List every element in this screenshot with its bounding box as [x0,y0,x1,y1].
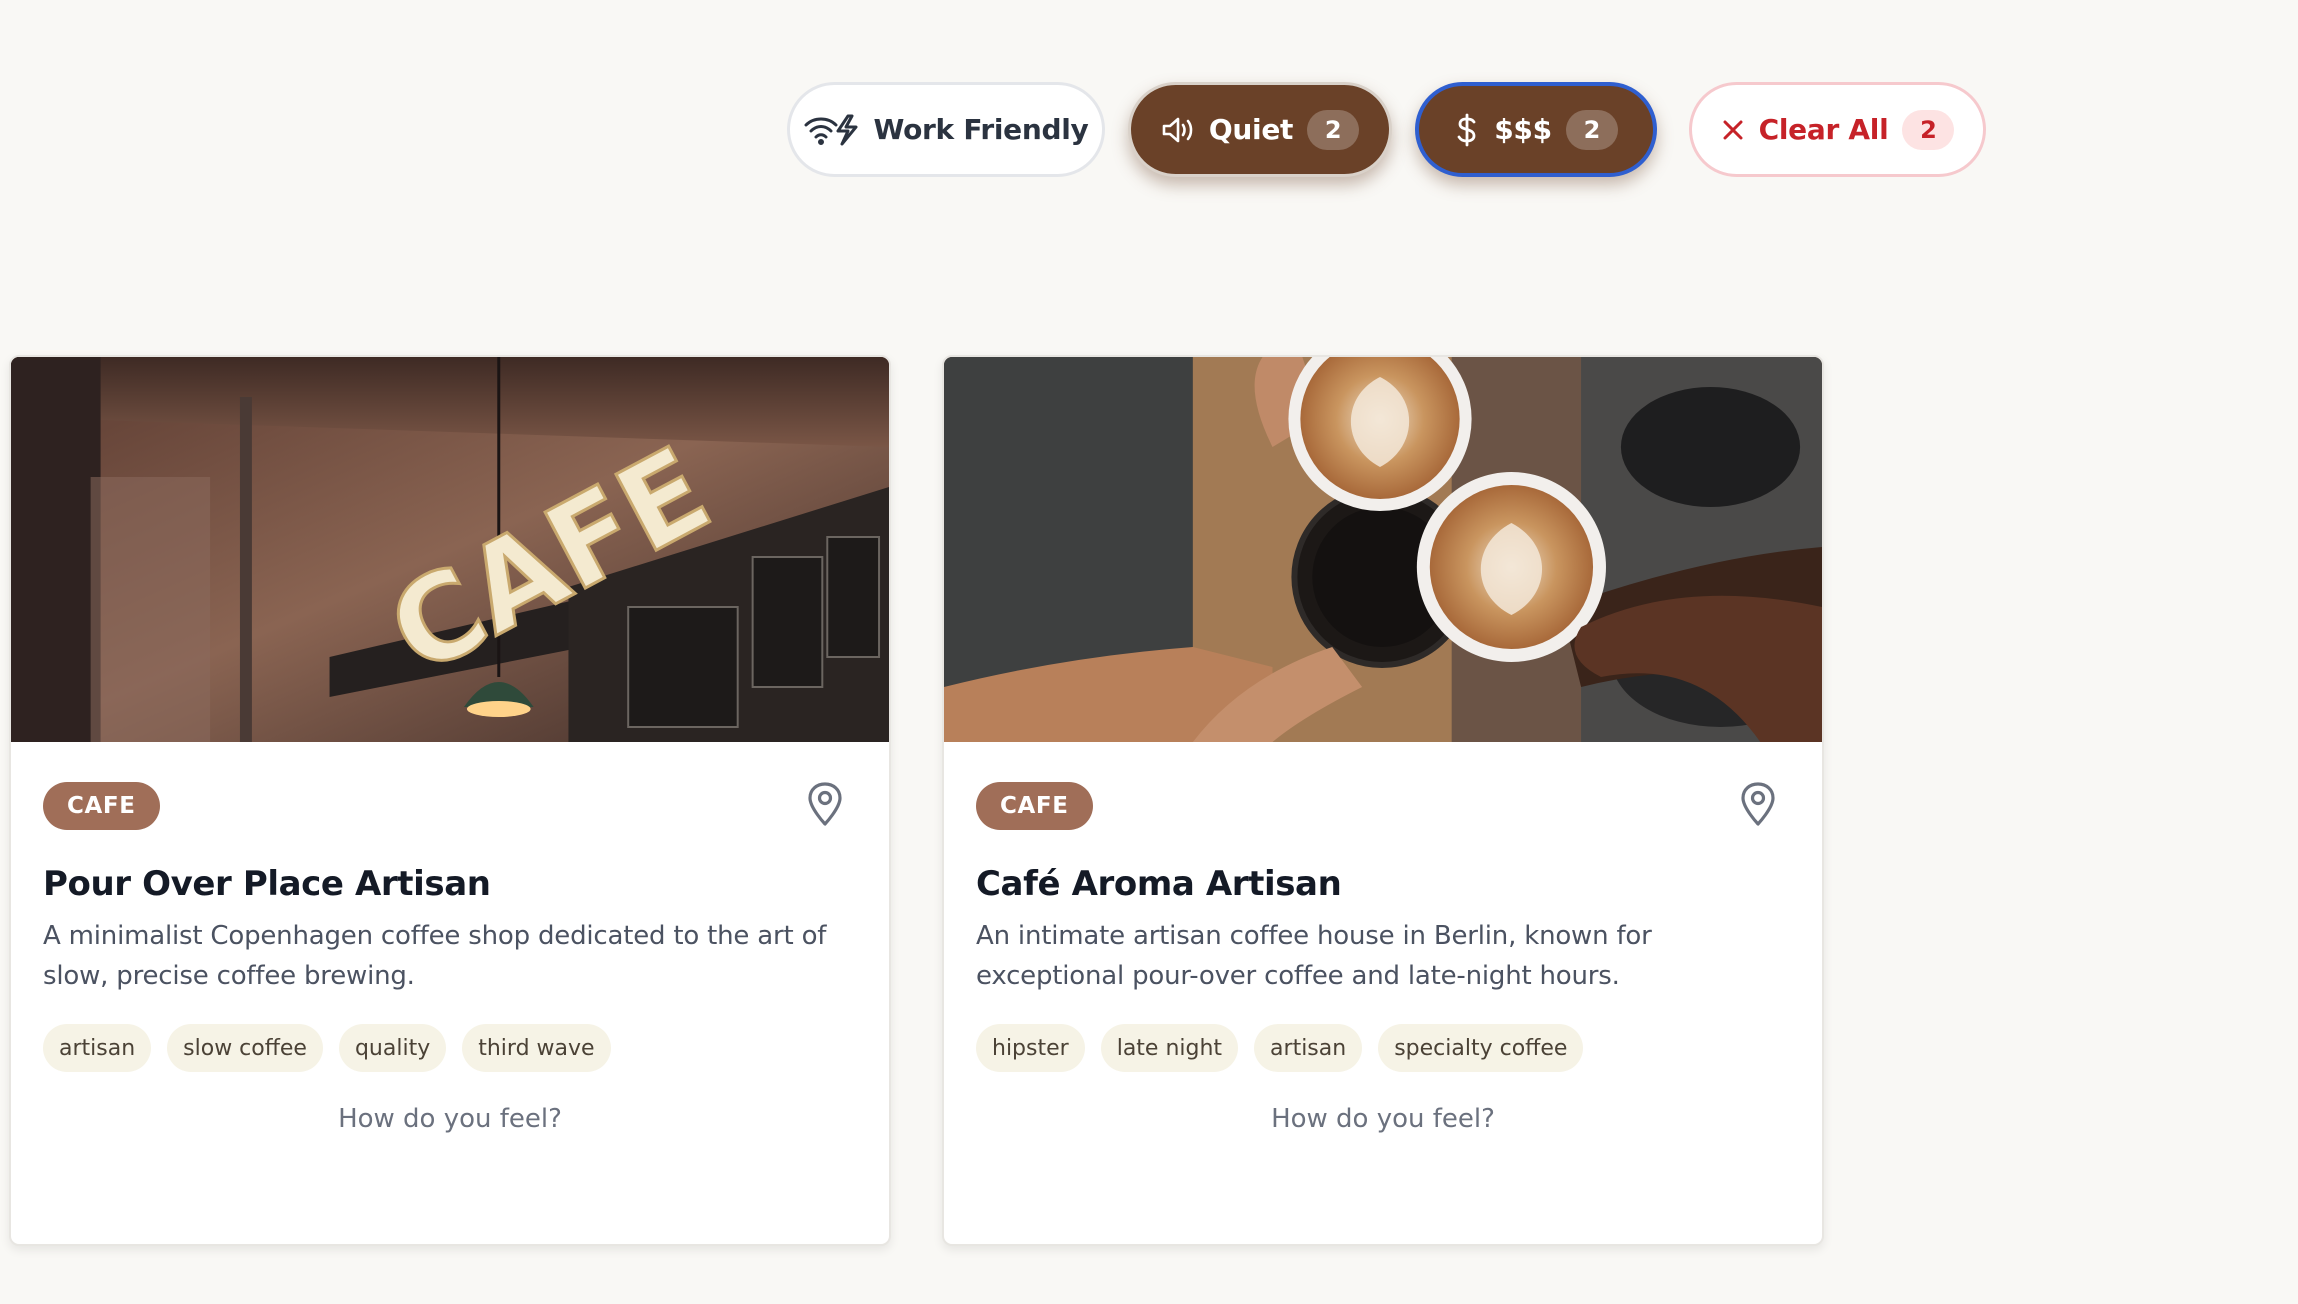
cafe-title: Pour Over Place Artisan [43,864,491,904]
filter-price-button[interactable]: $$$ 2 [1415,82,1657,177]
tag: slow coffee [167,1024,323,1072]
feel-prompt-link[interactable]: How do you feel? [944,1104,1822,1134]
feel-prompt-link[interactable]: How do you feel? [11,1104,889,1134]
tag: specialty coffee [1378,1024,1584,1072]
cafe-description: A minimalist Copenhagen coffee shop dedi… [43,921,827,991]
dollar-icon [1454,113,1480,147]
page: Work Friendly Quiet 2 $$$ 2 Clear All 2 … [0,0,2298,1304]
map-pin-icon[interactable] [1736,780,1780,828]
filter-price-label: $$$ [1494,113,1552,146]
cafe-photo: CAFE [11,357,889,742]
filter-price-count-badge: 2 [1565,109,1618,150]
filter-quiet-count-badge: 2 [1307,109,1360,150]
filter-work-friendly-label: Work Friendly [873,113,1089,146]
tag-list: artisan slow coffee quality third wave [43,1024,611,1072]
tag: quality [338,1024,447,1072]
cafe-description: An intimate artisan coffee house in Berl… [976,921,1652,991]
wifi-bolt-icon [804,113,858,147]
filter-bar: Work Friendly Quiet 2 $$$ 2 Clear All 2 [787,82,1986,177]
tag: artisan [1254,1024,1363,1072]
tag-list: hipster late night artisan specialty cof… [976,1024,1584,1072]
clear-all-button[interactable]: Clear All 2 [1689,82,1986,177]
clear-all-label: Clear All [1758,113,1889,146]
category-badge: CAFE [976,782,1093,830]
speaker-quiet-icon [1161,115,1195,145]
tag: artisan [43,1024,152,1072]
filter-quiet-label: Quiet [1208,113,1294,146]
tag: third wave [462,1024,611,1072]
filter-quiet-button[interactable]: Quiet 2 [1128,82,1392,177]
category-badge: CAFE [43,782,160,830]
cafe-card[interactable]: CAFE Café Aroma Artisan An intimate arti… [942,355,1824,1246]
clear-all-count-badge: 2 [1902,109,1955,150]
cafe-photo [944,357,1822,742]
close-icon [1721,118,1745,142]
cafe-title: Café Aroma Artisan [976,864,1342,904]
filter-work-friendly-button[interactable]: Work Friendly [787,82,1105,177]
tag: hipster [976,1024,1085,1072]
tag: late night [1100,1024,1239,1072]
cafe-card[interactable]: CAFE CAFE Pour Over Place Artisan A mini… [9,355,891,1246]
map-pin-icon[interactable] [803,780,847,828]
